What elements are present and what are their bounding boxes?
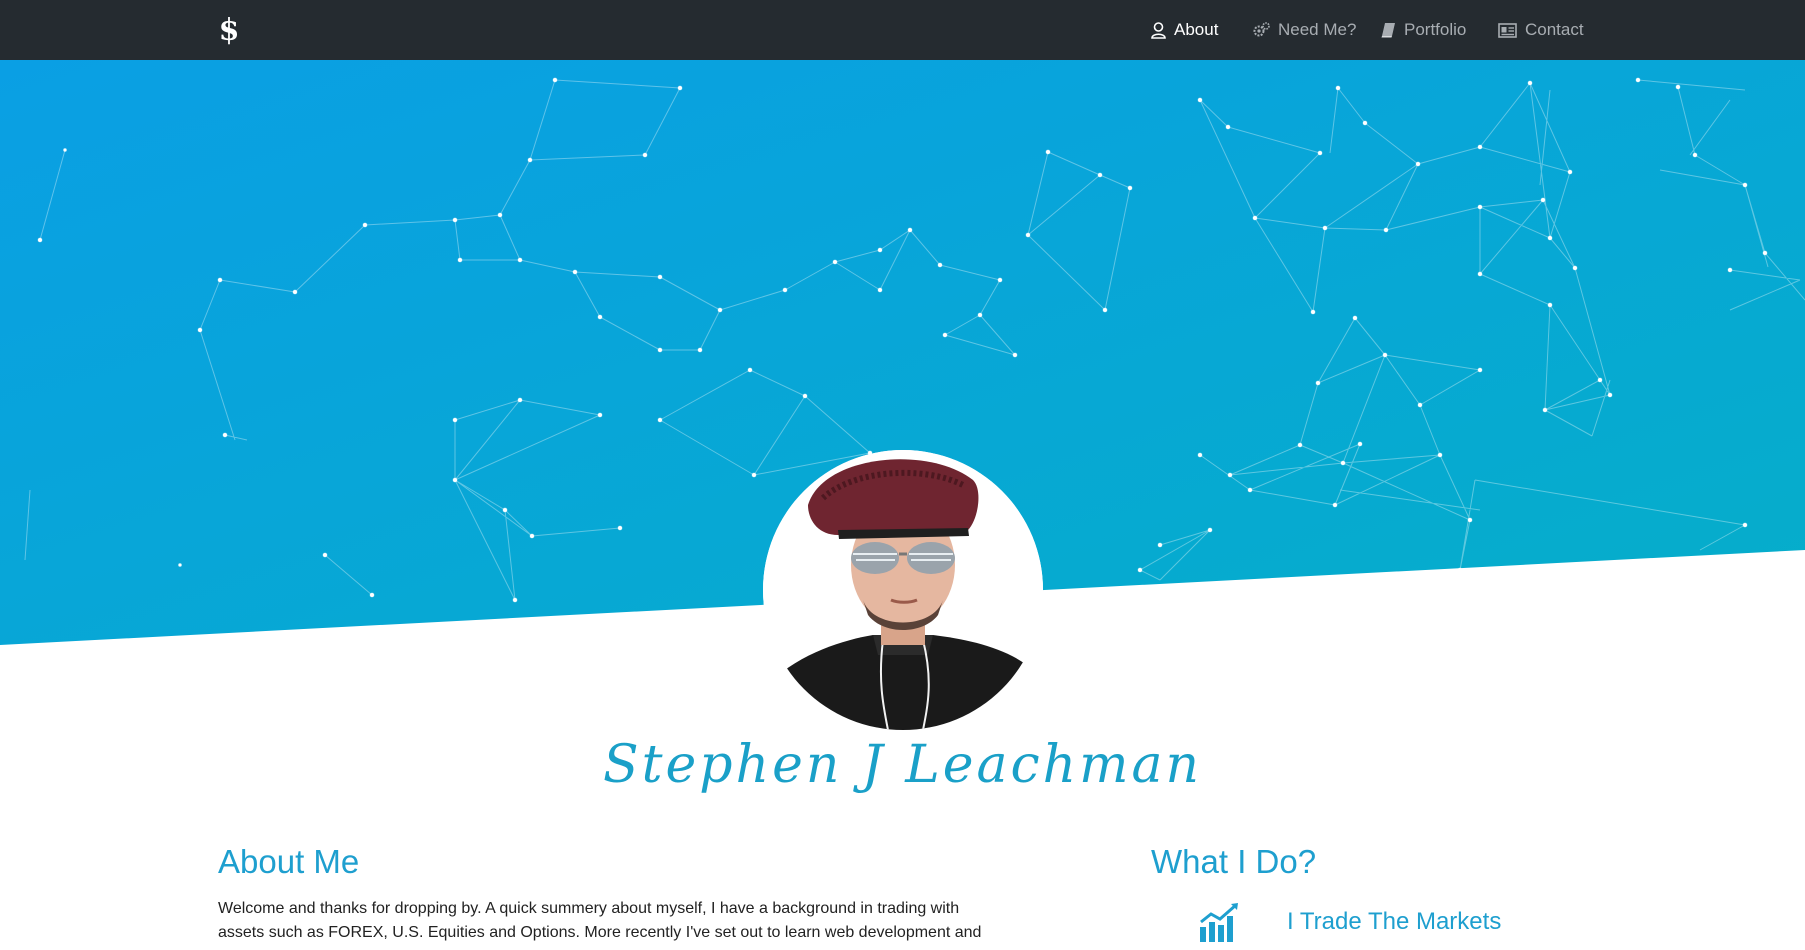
book-icon xyxy=(1381,23,1395,38)
about-title: About Me xyxy=(218,843,360,880)
nav-item-portfolio[interactable]: Portfolio xyxy=(1381,0,1466,60)
nav-item-label: Need Me? xyxy=(1278,20,1357,39)
id-card-icon xyxy=(1498,22,1517,38)
nav-item-contact[interactable]: Contact xyxy=(1498,0,1584,60)
bar-chart-trend-icon xyxy=(1200,903,1238,942)
nav-item-need-me[interactable]: Need Me? xyxy=(1253,0,1356,60)
profile-name: Stephen J Leachman xyxy=(603,735,1202,795)
what-item-title: I Trade The Markets xyxy=(1287,908,1502,935)
profile-photo-illustration xyxy=(763,450,1043,730)
top-navbar: $ About Need Me? Portfolio Contact xyxy=(0,0,1805,60)
what-title: What I Do? xyxy=(1151,843,1317,880)
about-text: Welcome and thanks for dropping by. A qu… xyxy=(218,900,982,941)
nav-item-label: Contact xyxy=(1525,20,1584,39)
dollar-logo-icon[interactable]: $ xyxy=(214,14,244,48)
profile-photo xyxy=(763,450,1043,730)
user-icon xyxy=(1151,21,1166,39)
nav-item-label: Portfolio xyxy=(1404,20,1467,39)
nav-item-about[interactable]: About xyxy=(1151,0,1218,60)
gears-icon xyxy=(1253,22,1270,37)
nav-item-label: About xyxy=(1174,20,1219,39)
